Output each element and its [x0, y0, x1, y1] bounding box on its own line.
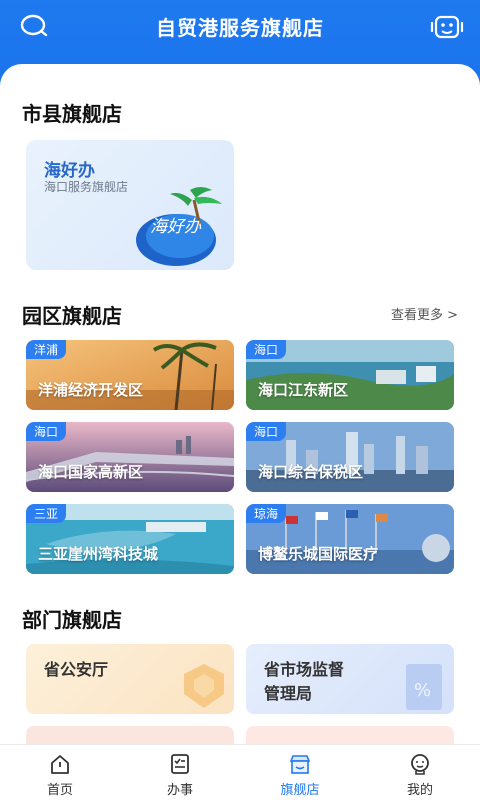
store-icon	[289, 755, 311, 774]
robot-assistant-button[interactable]	[430, 10, 464, 44]
park-label: 海口综合保税区	[258, 463, 364, 481]
nav-home[interactable]: 首页	[0, 745, 120, 801]
hai-hao-ban-logo: 海好办	[136, 187, 222, 266]
nav-store[interactable]: 旗舰店	[240, 745, 360, 801]
park-tile-gaoxin[interactable]: 海口 海口国家高新区	[26, 422, 234, 492]
nav-services[interactable]: 办事	[120, 745, 240, 801]
park-section-title: 园区旗舰店	[22, 304, 122, 328]
badge-icon	[184, 664, 224, 708]
document-percent-icon: %	[406, 664, 442, 710]
park-label: 海口国家高新区	[38, 463, 144, 481]
park-tag: 洋浦	[26, 340, 67, 359]
dept-tile-market[interactable]: 省市场监督 管理局 %	[246, 644, 454, 714]
park-tag: 海口	[246, 340, 287, 359]
park-tag: 琼海	[246, 504, 287, 523]
park-tag: 海口	[246, 422, 287, 441]
profile-icon	[411, 754, 429, 775]
nav-profile[interactable]: 我的	[360, 745, 480, 801]
robot-icon	[430, 15, 464, 39]
nav-label: 我的	[406, 783, 433, 798]
city-store-subtitle: 海口服务旗舰店	[44, 180, 129, 194]
park-tile-boao[interactable]: 琼海 博鳌乐城国际医疗	[246, 504, 454, 574]
park-more-link[interactable]: 查看更多 >	[391, 304, 458, 323]
home-icon	[51, 755, 69, 774]
svg-text:%: %	[414, 680, 431, 701]
park-tile-yangpu[interactable]: 洋浦 洋浦经济开发区	[26, 340, 234, 410]
dept-section-title: 部门旗舰店	[22, 608, 122, 632]
dept-name: 省公安厅	[44, 660, 109, 679]
park-label: 海口江东新区	[258, 381, 349, 399]
nav-label: 旗舰店	[280, 783, 320, 798]
park-tile-baoshui[interactable]: 海口 海口综合保税区	[246, 422, 454, 492]
park-label: 洋浦经济开发区	[38, 381, 144, 399]
park-tile-yazhouwan[interactable]: 三亚 三亚崖州湾科技城	[26, 504, 234, 574]
dept-tile-partial-right[interactable]	[246, 726, 454, 746]
park-tile-jiangdong[interactable]: 海口 海口江东新区	[246, 340, 454, 410]
nav-label: 首页	[46, 783, 73, 798]
bottom-nav: 首页 办事 旗舰店 我的	[0, 744, 480, 801]
dept-tile-partial-left[interactable]	[26, 726, 234, 746]
park-tag: 三亚	[26, 504, 67, 523]
park-label: 三亚崖州湾科技城	[38, 545, 159, 563]
nav-label: 办事	[166, 783, 193, 798]
dept-tile-police[interactable]: 省公安厅	[26, 644, 234, 714]
park-tag: 海口	[26, 422, 67, 441]
city-store-card[interactable]: 海好办 海口服务旗舰店 海好办	[26, 140, 234, 270]
content-sheet: 市县旗舰店 海好办 海口服务旗舰店 海好办 园区旗舰店 查看更多 > 洋浦 洋浦…	[0, 64, 480, 754]
dept-name: 省市场监督 管理局	[264, 660, 345, 703]
logo-text: 海好办	[150, 217, 202, 237]
park-label: 博鳌乐城国际医疗	[258, 545, 379, 563]
task-icon	[171, 754, 189, 774]
page-title: 自贸港服务旗舰店	[156, 16, 324, 40]
city-section-title: 市县旗舰店	[22, 102, 122, 126]
